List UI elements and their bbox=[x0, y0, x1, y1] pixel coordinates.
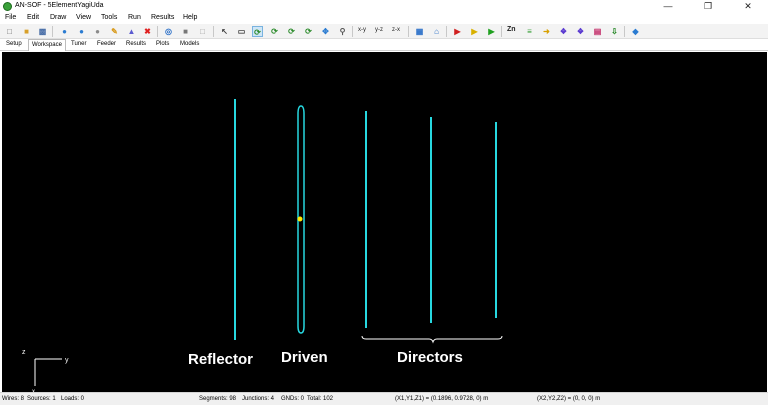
tab-feeder[interactable]: Feeder bbox=[94, 39, 119, 51]
menu-results[interactable]: Results bbox=[151, 14, 174, 21]
driven-label: Driven bbox=[281, 349, 328, 366]
menu-run[interactable]: Run bbox=[128, 14, 141, 21]
title-bar: AN-SOF - 5ElementYagiUda — ❐ ✕ bbox=[0, 0, 768, 13]
toolbar: □ ■ ▩ ● ● ● ✎ ▲ ✖ ◎ ■ □ ↖ ▭ ⟳ ⟳ ⟳ ⟳ ✥ ⚲ … bbox=[0, 24, 768, 39]
sphere-blue-icon[interactable]: ● bbox=[59, 26, 70, 37]
home-icon[interactable]: ⌂ bbox=[431, 26, 442, 37]
tab-plots[interactable]: Plots bbox=[153, 39, 172, 51]
status-sources: Sources: 1 bbox=[27, 396, 56, 402]
directors-brace bbox=[361, 335, 503, 344]
xy-view-icon[interactable]: x-y bbox=[358, 27, 366, 33]
diamond-icon[interactable]: ◆ bbox=[630, 26, 641, 37]
menu-edit[interactable]: Edit bbox=[27, 14, 39, 21]
arrow-chart-icon[interactable]: ➜ bbox=[541, 26, 552, 37]
status-gnds: GNDs: 0 bbox=[281, 396, 305, 402]
status-bar: Wires: 8 Sources: 1 Loads: 0 Segments: 9… bbox=[0, 392, 768, 405]
tab-results[interactable]: Results bbox=[123, 39, 149, 51]
antenna-drawing: Reflector Driven Directors z y x bbox=[22, 99, 503, 392]
workspace-canvas[interactable]: Reflector Driven Directors z y x bbox=[2, 52, 767, 392]
open-folder-icon[interactable]: ■ bbox=[21, 26, 32, 37]
status-point2: (X2,Y2,Z2) = (0, 0, 0) m bbox=[537, 396, 601, 402]
chart-icon[interactable]: ▤ bbox=[592, 26, 603, 37]
sphere-blue2-icon[interactable]: ● bbox=[76, 26, 87, 37]
save-icon[interactable]: ▩ bbox=[37, 26, 48, 37]
status-junctions: Junctions: 4 bbox=[242, 396, 275, 402]
gray-ball-icon[interactable]: ● bbox=[92, 26, 103, 37]
run-red-icon[interactable]: ▶ bbox=[452, 26, 463, 37]
reflector-label: Reflector bbox=[188, 351, 253, 368]
pattern-icon[interactable]: ❖ bbox=[575, 26, 586, 37]
menu-tools[interactable]: Tools bbox=[101, 14, 117, 21]
rectangle-icon[interactable]: ▭ bbox=[236, 26, 247, 37]
tab-models[interactable]: Models bbox=[177, 39, 202, 51]
pointer-icon[interactable]: ↖ bbox=[219, 26, 230, 37]
tab-setup[interactable]: Setup bbox=[3, 39, 25, 51]
target-icon[interactable]: ◎ bbox=[163, 26, 174, 37]
grid-icon[interactable]: ▦ bbox=[414, 26, 425, 37]
status-point1: (X1,Y1,Z1) = (0.1896, 0.9728, 0) m bbox=[395, 396, 489, 402]
zx-view-icon[interactable]: z-x bbox=[392, 27, 400, 33]
tab-bar: Setup Workspace Tuner Feeder Results Plo… bbox=[0, 39, 768, 51]
maximize-icon[interactable]: ❐ bbox=[688, 0, 728, 13]
menu-file[interactable]: File bbox=[5, 14, 16, 21]
run-yellow-icon[interactable]: ▶ bbox=[469, 26, 480, 37]
menu-view[interactable]: View bbox=[76, 14, 91, 21]
z-axis-label: z bbox=[22, 349, 26, 356]
tab-workspace[interactable]: Workspace bbox=[28, 39, 66, 51]
tab-tuner[interactable]: Tuner bbox=[68, 39, 89, 51]
rotate-x-icon[interactable]: ⟳ bbox=[252, 26, 263, 37]
new-file-icon[interactable]: □ bbox=[4, 26, 15, 37]
export-icon[interactable]: ⇩ bbox=[609, 26, 620, 37]
status-total: Total: 102 bbox=[307, 396, 334, 402]
y-axis-label: y bbox=[65, 357, 69, 364]
palette-icon[interactable]: ▲ bbox=[126, 26, 137, 37]
menu-bar: File Edit Draw View Tools Run Results He… bbox=[0, 13, 768, 24]
status-segments: Segments: 98 bbox=[199, 396, 237, 402]
zoom-icon[interactable]: ⚲ bbox=[337, 26, 348, 37]
source-point[interactable] bbox=[297, 216, 303, 222]
page-icon[interactable]: □ bbox=[197, 26, 208, 37]
close-icon[interactable]: ✕ bbox=[728, 0, 768, 13]
delete-x-icon[interactable]: ✖ bbox=[142, 26, 153, 37]
minimize-icon[interactable]: — bbox=[648, 0, 688, 13]
directors-label: Directors bbox=[397, 349, 463, 366]
pencil-icon[interactable]: ✎ bbox=[109, 26, 120, 37]
menu-draw[interactable]: Draw bbox=[50, 14, 66, 21]
zoom-z-icon[interactable]: Zn bbox=[507, 26, 516, 33]
pattern-3d-icon[interactable]: ❖ bbox=[558, 26, 569, 37]
message-icon[interactable]: ■ bbox=[180, 26, 191, 37]
status-wires: Wires: 8 bbox=[2, 396, 25, 402]
status-loads: Loads: 0 bbox=[61, 396, 85, 402]
window-title: AN-SOF - 5ElementYagiUda bbox=[15, 2, 104, 9]
rotate-z-icon[interactable]: ⟳ bbox=[286, 26, 297, 37]
rotate-y-icon[interactable]: ⟳ bbox=[269, 26, 280, 37]
menu-help[interactable]: Help bbox=[183, 14, 197, 21]
current-distribution-icon[interactable]: ≡ bbox=[524, 26, 535, 37]
pan-icon[interactable]: ✥ bbox=[320, 26, 331, 37]
app-logo-icon bbox=[3, 2, 12, 11]
yz-view-icon[interactable]: y-z bbox=[375, 27, 383, 33]
run-green-icon[interactable]: ▶ bbox=[486, 26, 497, 37]
rotate-view-icon[interactable]: ⟳ bbox=[303, 26, 314, 37]
